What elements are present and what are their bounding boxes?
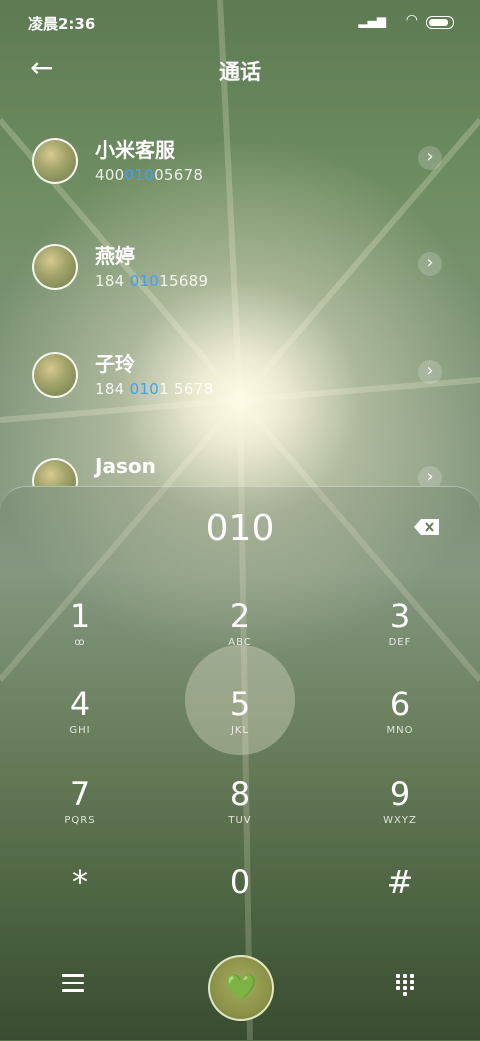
avatar [32, 458, 78, 486]
contact-name: Jason [95, 458, 156, 478]
contact-item-2[interactable]: 子玲 184 0101 5678 › [0, 352, 480, 432]
key-hash[interactable]: # [350, 862, 450, 932]
page-title: 通话 [219, 60, 261, 84]
app-bar: ← 通话 [0, 50, 480, 90]
contact-item-0[interactable]: 小米客服 40001005678 › [0, 138, 480, 218]
battery-icon [426, 16, 454, 29]
call-button[interactable]: 💚 [208, 955, 274, 1021]
key-1[interactable]: 1ꝏ [30, 596, 130, 666]
avatar [32, 244, 78, 290]
contact-number: 184 01015689 [95, 272, 209, 290]
contact-name: 小米客服 [95, 138, 175, 162]
contact-name: 燕婷 [95, 244, 135, 268]
call-icon: 💚 [224, 973, 258, 1003]
key-0[interactable]: 0 [190, 862, 290, 932]
key-5[interactable]: 5 JKL [190, 684, 290, 754]
menu-icon[interactable] [62, 974, 84, 994]
status-time: 凌晨2:36 [28, 15, 96, 33]
contact-item-3[interactable]: Jason › [0, 458, 480, 486]
contact-item-1[interactable]: 燕婷 184 01015689 › [0, 244, 480, 324]
chevron-right-icon[interactable]: › [418, 466, 442, 486]
key-star[interactable]: * [30, 862, 130, 932]
avatar [32, 138, 78, 184]
keypad-icon[interactable] [396, 974, 416, 996]
avatar [32, 352, 78, 398]
key-7[interactable]: 7 PQRS [30, 774, 130, 844]
contact-name: 子玲 [95, 352, 135, 376]
key-8[interactable]: 8 TUV [190, 774, 290, 844]
chevron-right-icon[interactable]: › [418, 146, 442, 170]
voicemail-icon: ꝏ [74, 637, 86, 648]
signal-icon: ▂▄▆ [358, 14, 386, 28]
contact-number: 40001005678 [95, 166, 204, 184]
backspace-icon[interactable] [413, 518, 441, 536]
chevron-right-icon[interactable]: › [418, 360, 442, 384]
dialed-number: 010 [205, 508, 275, 549]
key-3[interactable]: 3 DEF [350, 596, 450, 666]
key-4[interactable]: 4 GHI [30, 684, 130, 754]
wifi-icon: ◠ [405, 12, 418, 28]
key-9[interactable]: 9 WXYZ [350, 774, 450, 844]
key-2[interactable]: 2 ABC [190, 596, 290, 666]
chevron-right-icon[interactable]: › [418, 252, 442, 276]
status-bar: 凌晨2:36 ▂▄▆ ◠ [0, 0, 480, 44]
key-6[interactable]: 6 MNO [350, 684, 450, 754]
contact-number: 184 0101 5678 [95, 380, 214, 398]
